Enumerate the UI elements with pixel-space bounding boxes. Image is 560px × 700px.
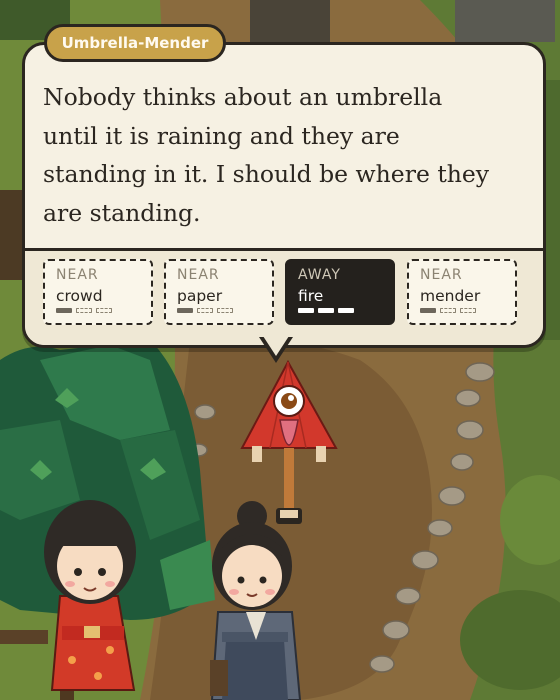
meter-segment <box>96 308 112 313</box>
speaker-name-tag: Umbrella-Mender <box>44 24 226 62</box>
meter-segment <box>197 308 213 313</box>
card-state-label: AWAY <box>298 267 341 283</box>
dialogue-text: Nobody thinks about an umbrella until it… <box>43 78 523 232</box>
card-word: fire <box>298 287 324 305</box>
dialogue-line: are standing. <box>43 198 201 227</box>
card-strength-meter <box>298 308 368 314</box>
card-state-label: NEAR <box>420 267 463 283</box>
word-card-mender[interactable]: NEAR mender <box>407 259 517 325</box>
word-card-paper[interactable]: NEAR paper <box>164 259 274 325</box>
dialogue-line: Nobody thinks about an umbrella <box>43 83 443 111</box>
meter-segment <box>318 308 334 313</box>
meter-segment <box>338 308 354 313</box>
word-card-crowd[interactable]: NEAR crowd <box>43 259 153 325</box>
dialogue-tail-fill <box>263 336 289 356</box>
dialogue-line: standing in it. I should be where they <box>43 160 490 188</box>
meter-segment <box>298 308 314 313</box>
meter-segment <box>460 308 476 313</box>
meter-segment <box>56 308 72 313</box>
card-strength-meter <box>177 308 247 314</box>
word-card-fire[interactable]: AWAY fire <box>285 259 395 325</box>
meter-segment <box>420 308 436 313</box>
card-strength-meter <box>420 308 490 314</box>
meter-segment <box>76 308 92 313</box>
card-state-label: NEAR <box>177 267 220 283</box>
card-strength-meter <box>56 308 126 314</box>
card-word: crowd <box>56 287 103 305</box>
card-word: mender <box>420 287 481 305</box>
dialogue-line: until it is raining and they are <box>43 121 400 150</box>
meter-segment <box>217 308 233 313</box>
word-cards: NEAR crowd NEAR paper AWAY fire NEAR men… <box>43 259 520 327</box>
card-word: paper <box>177 287 223 305</box>
meter-segment <box>440 308 456 313</box>
meter-segment <box>177 308 193 313</box>
card-state-label: NEAR <box>56 267 99 283</box>
